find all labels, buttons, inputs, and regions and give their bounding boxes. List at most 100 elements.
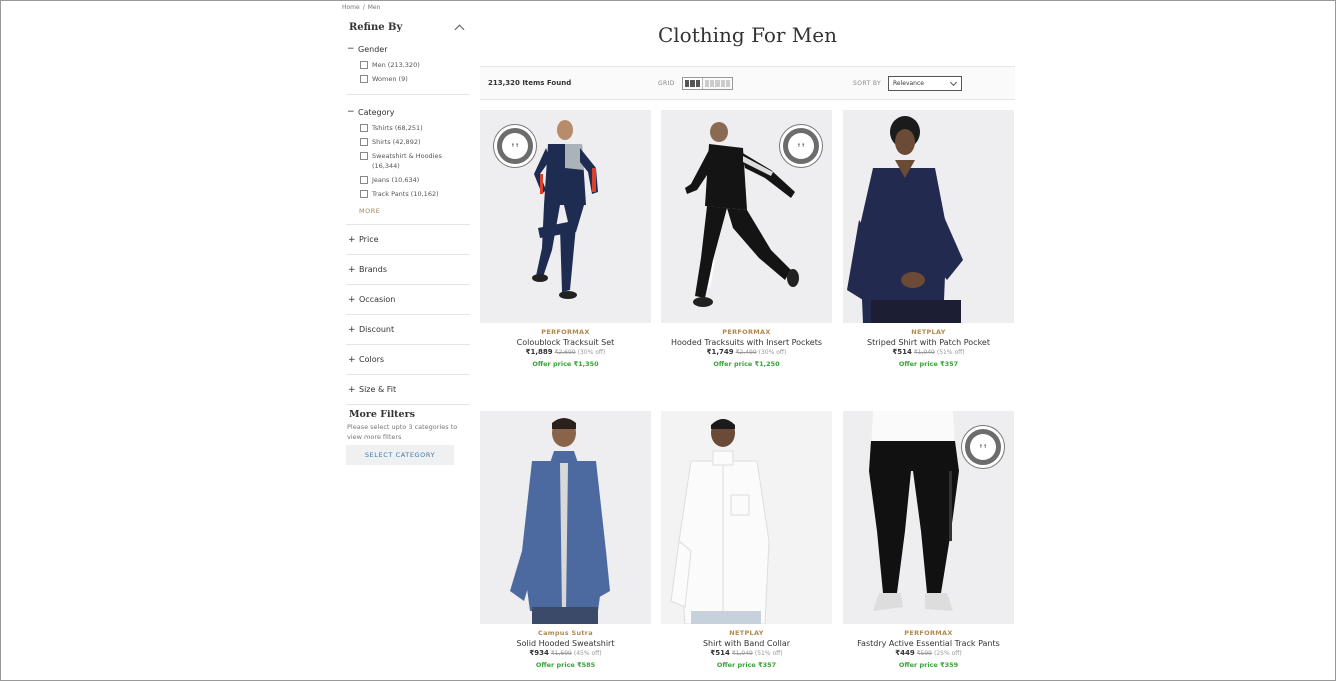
checkbox[interactable] (360, 61, 368, 69)
product-image[interactable] (843, 110, 1014, 323)
product-brand: PERFORMAX (541, 328, 590, 336)
product-name[interactable]: Solid Hooded Sweatshirt (480, 639, 651, 648)
checkbox[interactable] (360, 138, 368, 146)
product-card[interactable]: ↑↑ PERFORMAX Coloublock Tracksuit Set ₹1… (480, 110, 651, 368)
divider (346, 94, 470, 95)
product-image[interactable] (480, 411, 651, 624)
option-label: Tshirts (68,251) (372, 124, 423, 132)
product-name[interactable]: Shirt with Band Collar (661, 639, 832, 648)
offer-price: Offer price ₹357 (716, 661, 777, 669)
product-card[interactable]: ↑↑ PERFORMAX Hooded Tracksuits with Inse… (661, 110, 832, 368)
price-current: ₹1,889 (525, 348, 553, 356)
grid-label: GRID (658, 80, 675, 87)
sort-select[interactable]: Relevance (888, 76, 962, 91)
more-filters-title: More Filters (349, 408, 415, 420)
more-filters-header[interactable]: More Filters (346, 405, 470, 423)
product-image[interactable]: ↑↑ (480, 110, 651, 323)
price-current: ₹934 (529, 649, 549, 657)
filter-option-jeans[interactable]: Jeans (10,634) (360, 175, 470, 185)
price-current: ₹514 (892, 348, 912, 356)
price-mrp: ₹2,699 (554, 349, 576, 356)
product-price: ₹934 ₹1,699 (45% off) (480, 649, 651, 657)
price-discount: (25% off) (934, 650, 962, 657)
offer-price: Offer price ₹359 (898, 661, 959, 669)
facet-brands[interactable]: + Brands (346, 255, 470, 285)
facet-label: Discount (359, 325, 395, 334)
price-current: ₹449 (895, 649, 915, 657)
checkbox[interactable] (360, 190, 368, 198)
product-image[interactable] (661, 411, 832, 624)
price-discount: (51% off) (936, 349, 965, 356)
price-discount: (30% off) (758, 349, 787, 356)
checkbox[interactable] (360, 124, 368, 132)
offer-price: Offer price ₹1,350 (532, 360, 599, 368)
chevron-up-icon[interactable] (454, 24, 465, 34)
facet-label: Brands (359, 265, 387, 274)
facet-label: Size & Fit (359, 385, 397, 394)
offer-price: Offer price ₹357 (898, 360, 959, 368)
product-price: ₹514 ₹1,049 (51% off) (661, 649, 832, 657)
price-mrp: ₹1,049 (913, 349, 935, 356)
option-label: Shirts (42,892) (372, 138, 421, 146)
product-brand: PERFORMAX (904, 629, 953, 637)
facet-price[interactable]: + Price (346, 225, 470, 255)
refine-by-header[interactable]: Refine By (346, 17, 470, 37)
filter-option-tshirts[interactable]: Tshirts (68,251) (360, 123, 470, 133)
product-price: ₹449 ₹599 (25% off) (843, 649, 1014, 657)
product-brand: Campus Sutra (538, 629, 593, 637)
grid-5-columns-icon[interactable] (703, 78, 732, 89)
price-current: ₹514 (710, 649, 730, 657)
facet-label: Colors (359, 355, 385, 364)
chevron-down-icon (949, 78, 958, 87)
product-brand: NETPLAY (911, 328, 946, 336)
category-section-toggle[interactable]: − Category (346, 105, 470, 119)
facet-label: Price (359, 235, 379, 244)
refine-by-title: Refine By (349, 21, 403, 33)
plus-icon: + (348, 324, 356, 335)
filter-option-men[interactable]: Men (213,320) (360, 60, 470, 70)
product-card[interactable]: NETPLAY Striped Shirt with Patch Pocket … (843, 110, 1014, 368)
product-image[interactable]: ↑↑ (661, 110, 832, 323)
price-mrp: ₹1,699 (550, 650, 572, 657)
plus-icon: + (348, 384, 356, 395)
filter-option-track-pants[interactable]: Track Pants (10,162) (360, 189, 470, 199)
checkbox[interactable] (360, 152, 368, 160)
filter-sidebar: Refine By − Gender Men (213,320) Women (… (346, 17, 470, 465)
facet-discount[interactable]: + Discount (346, 315, 470, 345)
breadcrumb-men[interactable]: Men (368, 4, 381, 11)
price-current: ₹1,749 (706, 348, 734, 356)
sort-value: Relevance (893, 80, 924, 87)
category-more-link[interactable]: MORE (359, 207, 470, 215)
category-title: Category (358, 107, 395, 117)
product-name[interactable]: Fastdry Active Essential Track Pants (843, 639, 1014, 648)
product-name[interactable]: Striped Shirt with Patch Pocket (843, 338, 1014, 347)
price-discount: (51% off) (754, 650, 783, 657)
facet-size-fit[interactable]: + Size & Fit (346, 375, 470, 405)
filter-option-shirts[interactable]: Shirts (42,892) (360, 137, 470, 147)
product-brand: NETPLAY (729, 629, 764, 637)
filter-option-women[interactable]: Women (9) (360, 74, 470, 84)
breadcrumb-home[interactable]: Home (342, 4, 360, 11)
checkbox[interactable] (360, 75, 368, 83)
more-filters-note: Please select upto 3 categories to view … (347, 423, 458, 441)
product-name[interactable]: Hooded Tracksuits with Insert Pockets (661, 338, 832, 347)
plus-icon: + (348, 234, 356, 245)
facet-occasion[interactable]: + Occasion (346, 285, 470, 315)
product-name[interactable]: Coloublock Tracksuit Set (480, 338, 651, 347)
facet-colors[interactable]: + Colors (346, 345, 470, 375)
product-brand: PERFORMAX (722, 328, 771, 336)
sort-label: SORT BY (853, 80, 882, 87)
product-card[interactable]: Campus Sutra Solid Hooded Sweatshirt ₹93… (480, 411, 651, 669)
badge-icon: ↑↑ (962, 426, 1004, 468)
select-category-button[interactable]: SELECT CATEGORY (346, 445, 454, 465)
grid-3-columns-icon[interactable] (683, 78, 703, 89)
checkbox[interactable] (360, 176, 368, 184)
filter-option-sweatshirts[interactable]: Sweatshirt & Hoodies (16,344) (360, 151, 455, 171)
product-card[interactable]: ↑↑ PERFORMAX Fastdry Active Essential Tr… (843, 411, 1014, 669)
product-card[interactable]: NETPLAY Shirt with Band Collar ₹514 ₹1,04… (661, 411, 832, 669)
gender-section-toggle[interactable]: − Gender (346, 42, 470, 56)
product-image[interactable]: ↑↑ (843, 411, 1014, 624)
product-price: ₹1,749 ₹2,499 (30% off) (661, 348, 832, 356)
facet-label: Occasion (359, 295, 396, 304)
option-label: Jeans (10,634) (372, 176, 420, 184)
